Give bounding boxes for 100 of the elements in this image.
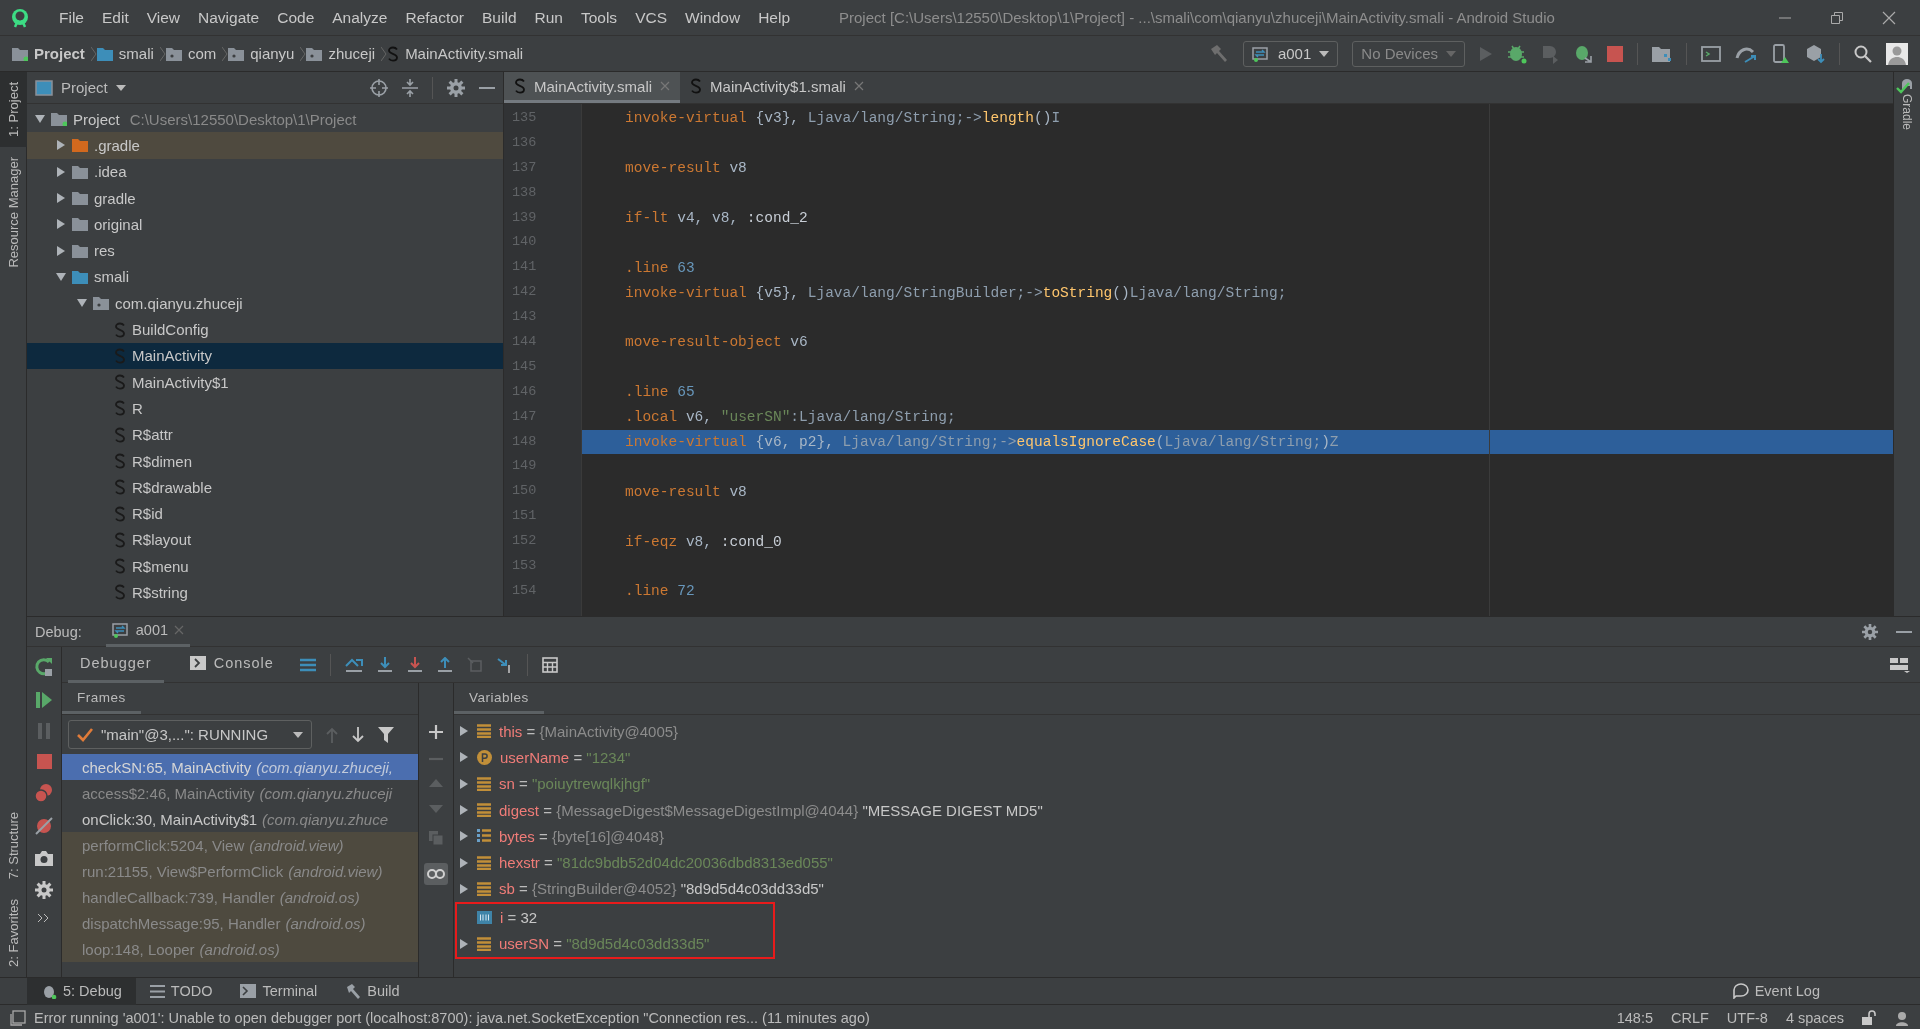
tool-window-tab[interactable]: Build: [331, 977, 414, 1005]
collapse-arrow-icon[interactable]: [77, 298, 87, 309]
step-over-icon[interactable]: [344, 656, 363, 673]
menu-item[interactable]: VCS: [628, 5, 674, 30]
variables-tab[interactable]: Variables: [454, 690, 544, 714]
line-separator[interactable]: CRLF: [1671, 1009, 1709, 1026]
menu-item[interactable]: Tools: [573, 5, 625, 30]
expand-arrow-icon[interactable]: [56, 219, 66, 230]
force-step-into-icon[interactable]: [406, 656, 423, 673]
panel-title[interactable]: Project: [61, 79, 108, 96]
menu-item[interactable]: Analyze: [325, 5, 395, 30]
expand-arrow-icon[interactable]: [459, 752, 469, 763]
menu-item[interactable]: View: [139, 5, 188, 30]
cursor-position[interactable]: 148:5: [1616, 1009, 1653, 1026]
rerun-icon[interactable]: [34, 657, 54, 677]
settings-icon[interactable]: [35, 881, 53, 899]
editor-tab[interactable]: MainActivity.smali: [504, 72, 681, 103]
avatar-icon[interactable]: [1886, 42, 1908, 65]
menu-item[interactable]: Help: [751, 5, 798, 30]
expand-arrow-icon[interactable]: [459, 938, 469, 949]
settings-icon[interactable]: [447, 78, 465, 97]
stop-icon[interactable]: [1607, 45, 1623, 62]
debug-icon[interactable]: [1507, 43, 1527, 64]
breadcrumb-item[interactable]: com: [165, 45, 217, 62]
camera-icon[interactable]: [35, 850, 53, 866]
breakpoints-icon[interactable]: [35, 784, 53, 802]
project-structure-icon[interactable]: [1652, 44, 1672, 63]
expand-arrow-icon[interactable]: [56, 193, 66, 204]
side-tab[interactable]: Resource Manager: [0, 146, 27, 278]
collapse-arrow-icon[interactable]: [35, 114, 45, 125]
restore-icon[interactable]: [1830, 10, 1844, 25]
hammer-icon[interactable]: [1208, 43, 1229, 64]
apply-changes-icon[interactable]: [1573, 43, 1593, 64]
menu-item[interactable]: File: [52, 5, 91, 30]
side-tab[interactable]: Gradle: [1900, 72, 1914, 137]
device-manager-icon[interactable]: [1771, 43, 1791, 64]
expand-arrow-icon[interactable]: [459, 726, 469, 737]
settings-icon[interactable]: [1862, 623, 1878, 640]
breadcrumb-item[interactable]: Project: [12, 45, 85, 62]
caret-icon[interactable]: [115, 84, 126, 91]
menu-item[interactable]: Edit: [95, 5, 136, 30]
side-tab[interactable]: 1: Project: [0, 72, 27, 147]
tree-item[interactable]: R: [27, 395, 503, 422]
expand-arrow-icon[interactable]: [459, 883, 469, 894]
expand-arrow-icon[interactable]: [459, 778, 469, 789]
close-icon[interactable]: [853, 81, 864, 91]
tree-item[interactable]: original: [27, 211, 503, 238]
app-logo-icon[interactable]: [10, 7, 30, 28]
step-into-icon[interactable]: [376, 656, 393, 673]
step-out-icon[interactable]: [436, 656, 453, 673]
add-icon[interactable]: [429, 725, 443, 739]
tree-item[interactable]: .idea: [27, 158, 503, 185]
tree-item[interactable]: res: [27, 237, 503, 264]
mute-breakpoints-icon[interactable]: [35, 817, 53, 835]
tree-item[interactable]: MainActivity: [27, 342, 503, 369]
tree-item[interactable]: R$attr: [27, 421, 503, 448]
stop-icon[interactable]: [36, 754, 52, 769]
menu-item[interactable]: Code: [270, 5, 322, 30]
tree-item[interactable]: R$string: [27, 579, 503, 606]
breadcrumb-item[interactable]: smali: [96, 45, 154, 62]
stack-frame[interactable]: onClick:30, MainActivity$1 (com.qianyu.zhuce: [62, 806, 418, 832]
session-tab[interactable]: a001: [105, 616, 191, 647]
breadcrumb-item[interactable]: zhuceji: [306, 45, 376, 62]
minimize-icon[interactable]: [479, 85, 495, 90]
tree-item[interactable]: .gradle: [27, 132, 503, 159]
debugger-tab[interactable]: Console: [177, 646, 286, 683]
tree-item[interactable]: R$dimen: [27, 447, 503, 475]
menu-item[interactable]: Refactor: [398, 5, 472, 30]
screen-icon[interactable]: [1701, 44, 1721, 63]
watches-icon[interactable]: [424, 863, 448, 885]
breadcrumb-item[interactable]: MainActivity.smali: [387, 45, 524, 62]
side-tab[interactable]: 7: Structure: [0, 801, 27, 890]
tool-window-tab[interactable]: 5: Debug: [27, 977, 136, 1005]
unlock-icon[interactable]: [1862, 1009, 1876, 1026]
inspector-icon[interactable]: [1894, 1009, 1910, 1026]
tree-item[interactable]: R$id: [27, 500, 503, 527]
collapse-arrow-icon[interactable]: [56, 271, 66, 282]
status-message[interactable]: Error running 'a001': Unable to open debugger port (localhost:8700): java.net.SocketException "Connection res... (11 minutes ago): [34, 1009, 870, 1026]
run-config-dropdown[interactable]: a001: [1242, 40, 1339, 67]
menu-item[interactable]: Window: [678, 5, 748, 30]
resume-icon[interactable]: [36, 692, 52, 708]
tool-window-tab[interactable]: TODO: [135, 977, 227, 1005]
tree-item[interactable]: R$menu: [27, 553, 503, 580]
event-log-button[interactable]: Event Log: [1732, 983, 1820, 999]
filter-icon[interactable]: [378, 726, 394, 743]
tool-window-tab[interactable]: Terminal: [226, 977, 332, 1005]
editor-tab[interactable]: MainActivity$1.smali: [680, 72, 874, 103]
calculator-icon[interactable]: [541, 656, 558, 673]
window-icon[interactable]: [10, 1009, 26, 1026]
expand-arrow-icon[interactable]: [459, 805, 469, 816]
menu-item[interactable]: Build: [475, 5, 524, 30]
collapse-all-icon[interactable]: [402, 78, 418, 97]
arrow-down-icon[interactable]: [352, 726, 364, 743]
frames-tab[interactable]: Frames: [62, 690, 141, 714]
expand-arrow-icon[interactable]: [56, 245, 66, 256]
stack-frame[interactable]: checkSN:65, MainActivity (com.qianyu.zhuceji,: [62, 754, 418, 780]
layout-icon[interactable]: [1890, 656, 1910, 673]
tree-item[interactable]: BuildConfig: [27, 316, 503, 343]
run-to-cursor-icon[interactable]: [496, 656, 513, 673]
expand-arrow-icon[interactable]: [459, 857, 469, 868]
